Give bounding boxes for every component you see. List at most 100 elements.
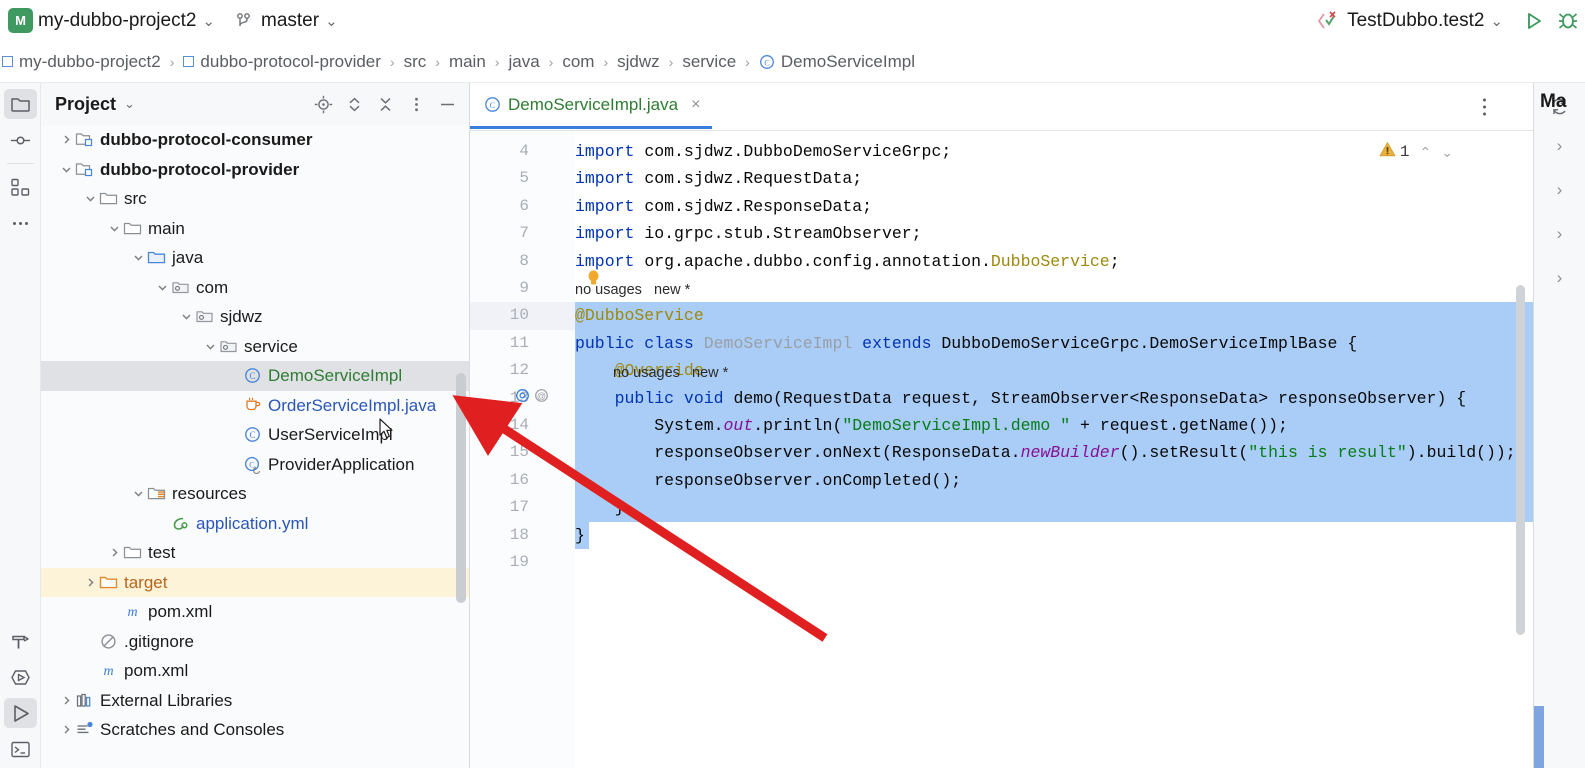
run-tool-icon	[14, 704, 29, 722]
project-tree[interactable]: dubbo-protocol-consumer dubbo-protocol-pr…	[41, 125, 469, 768]
module-icon	[2, 56, 13, 67]
chevron-down-icon[interactable]: ⌄	[124, 96, 135, 112]
breadcrumb-item-0[interactable]: my-dubbo-project2	[2, 52, 161, 72]
chevron-right-icon[interactable]	[57, 695, 75, 706]
tree-item-test[interactable]: test	[41, 538, 469, 568]
maven-tree-chevron-0[interactable]: ›	[1543, 127, 1577, 165]
chevron-down-icon[interactable]: ⌄	[1490, 12, 1503, 30]
chevron-down-icon[interactable]: ⌄	[202, 12, 215, 30]
options-menu-button[interactable]	[402, 90, 430, 118]
chevron-right-icon[interactable]	[81, 577, 99, 588]
breadcrumb-item-5[interactable]: com	[562, 52, 594, 72]
tree-item-application-yml[interactable]: application.yml	[41, 509, 469, 539]
hide-panel-button[interactable]	[433, 90, 461, 118]
project-tool-window: Project ⌄ dubbo-protocol-consumer dubbo-…	[41, 83, 470, 768]
warning-triangle-icon	[1379, 141, 1396, 163]
inspection-widget[interactable]: 1 ⌃ ⌄	[1379, 141, 1453, 163]
code-line: import com.sjdwz.DubboDemoServiceGrpc;	[575, 142, 952, 161]
breadcrumb-item-6[interactable]: sjdwz	[617, 52, 660, 72]
intention-bulb-icon[interactable]	[587, 270, 600, 292]
sidebar-item-build[interactable]	[4, 626, 37, 656]
tree-item-pom-xml[interactable]: m pom.xml	[41, 656, 469, 686]
prev-problem-icon[interactable]: ⌃	[1420, 144, 1432, 161]
maven-tree-chevron-3[interactable]: ›	[1543, 259, 1577, 297]
tree-item-dubbo-protocol-consumer[interactable]: dubbo-protocol-consumer	[41, 125, 469, 155]
expand-collapse-button[interactable]	[340, 90, 368, 118]
chevron-down-icon[interactable]: ⌄	[325, 12, 338, 30]
editor-tab-bar: C DemoServiceImpl.java ×	[470, 83, 1533, 131]
breadcrumb-item-3[interactable]: main	[449, 52, 486, 72]
editor-area: C DemoServiceImpl.java × 4 5 6 7 8 9 10 11 12 13 1…	[470, 83, 1533, 768]
tree-item-external-libraries[interactable]: External Libraries	[41, 686, 469, 716]
tree-item-userserviceimpl[interactable]: C UserServiceImpl	[41, 420, 469, 450]
code-line: System.out.println("DemoServiceImpl.demo…	[575, 416, 1288, 435]
tree-item-service[interactable]: service	[41, 332, 469, 362]
tree-item-scratches-and-consoles[interactable]: Scratches and Consoles	[41, 715, 469, 745]
branch-name-label[interactable]: master	[261, 10, 319, 32]
breadcrumb-item-2[interactable]: src	[404, 52, 427, 72]
gutter-marker-group[interactable]: @	[515, 385, 575, 412]
tree-item-src[interactable]: src	[41, 184, 469, 214]
tree-item-providerapplication[interactable]: C ProviderApplication	[41, 450, 469, 480]
chevron-right-icon[interactable]	[105, 547, 123, 558]
collapse-all-button[interactable]	[371, 90, 399, 118]
chevron-down-icon[interactable]	[105, 223, 123, 234]
tree-item-sjdwz[interactable]: sjdwz	[41, 302, 469, 332]
close-icon[interactable]: ×	[691, 96, 700, 113]
tree-item-resources[interactable]: resources	[41, 479, 469, 509]
chevron-down-icon[interactable]	[129, 488, 147, 499]
sidebar-item-commit[interactable]	[4, 125, 37, 155]
chevron-down-icon[interactable]	[129, 252, 147, 263]
project-tool-icon	[10, 97, 30, 112]
tree-item-demoserviceimpl[interactable]: C DemoServiceImpl	[41, 361, 469, 391]
maven-tree-chevron-1[interactable]: ›	[1543, 171, 1577, 209]
breadcrumb-item-8[interactable]: C DemoServiceImpl	[759, 52, 915, 72]
maven-tree-chevron-2[interactable]: ›	[1543, 215, 1577, 253]
tree-item-java[interactable]: java	[41, 243, 469, 273]
code-content[interactable]: import com.sjdwz.DubboDemoServiceGrpc; im…	[575, 131, 1533, 768]
implementing-method-icon[interactable]	[515, 388, 530, 408]
inlay-hint[interactable]: no usages new *	[613, 360, 728, 386]
editor-options-icon[interactable]	[1482, 97, 1487, 122]
terminal-icon	[11, 741, 30, 757]
sidebar-item-terminal[interactable]	[4, 734, 37, 764]
breadcrumb-item-1[interactable]: dubbo-protocol-provider	[183, 52, 381, 72]
sidebar-item-project[interactable]	[3, 89, 37, 119]
chevron-down-icon[interactable]	[57, 164, 75, 175]
run-button[interactable]	[1521, 8, 1547, 34]
tree-item-main[interactable]: main	[41, 214, 469, 244]
maven-scroll-indicator[interactable]	[1534, 706, 1544, 768]
tree-item--gitignore[interactable]: .gitignore	[41, 627, 469, 657]
tree-item-dubbo-protocol-provider[interactable]: dubbo-protocol-provider	[41, 155, 469, 185]
chevron-down-icon[interactable]	[81, 193, 99, 204]
code-line: responseObserver.onCompleted();	[575, 470, 962, 490]
line-number: 7	[519, 224, 529, 243]
editor-scrollbar[interactable]	[1516, 285, 1525, 635]
editor-tab-demoserviceimpl[interactable]: C DemoServiceImpl.java ×	[470, 83, 713, 129]
sidebar-item-services[interactable]	[4, 662, 37, 692]
chevron-down-icon[interactable]	[201, 341, 219, 352]
project-name-label[interactable]: my-dubbo-project2	[38, 10, 196, 32]
chevron-right-icon[interactable]	[57, 724, 75, 735]
code-editor[interactable]: 4 5 6 7 8 9 10 11 12 13 14 15 16 17 18 19 @ import com.s…	[470, 131, 1533, 768]
breadcrumb-item-7[interactable]: service	[682, 52, 736, 72]
sidebar-item-structure[interactable]	[4, 172, 37, 202]
next-problem-icon[interactable]: ⌄	[1441, 144, 1453, 161]
chevron-right-icon[interactable]	[57, 134, 75, 145]
sidebar-item-run[interactable]	[4, 698, 37, 728]
tree-item-pom-xml[interactable]: m pom.xml	[41, 597, 469, 627]
select-opened-file-button[interactable]	[309, 90, 337, 118]
chevron-down-icon[interactable]	[177, 311, 195, 322]
sidebar-item-more-tools[interactable]	[4, 208, 37, 238]
breadcrumb-item-4[interactable]: java	[508, 52, 539, 72]
tree-item-orderserviceimpl-java[interactable]: OrderServiceImpl.java	[41, 391, 469, 421]
debug-button[interactable]	[1555, 8, 1581, 34]
annotation-marker-icon[interactable]: @	[534, 388, 549, 408]
chevron-down-icon[interactable]	[153, 282, 171, 293]
run-configuration-label[interactable]: TestDubbo.test2	[1347, 10, 1484, 32]
editor-gutter[interactable]: 4 5 6 7 8 9 10 11 12 13 14 15 16 17 18 19 @	[470, 131, 575, 768]
code-line: }	[575, 525, 585, 545]
tree-item-com[interactable]: com	[41, 273, 469, 303]
project-tree-scrollbar[interactable]	[456, 373, 466, 603]
tree-item-target[interactable]: target	[41, 567, 469, 597]
